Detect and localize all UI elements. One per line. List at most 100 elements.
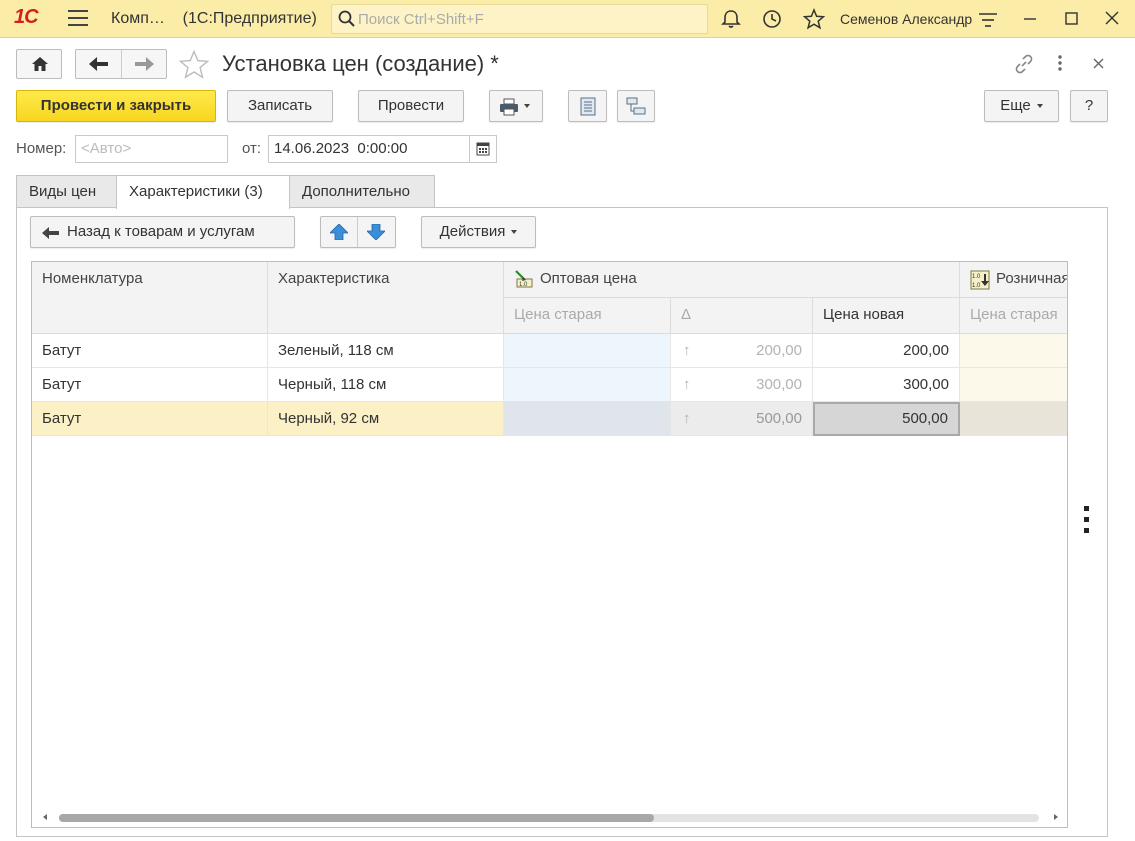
more-button[interactable]: Еще: [984, 90, 1059, 122]
maximize-icon[interactable]: [1065, 12, 1078, 25]
price-recalc-icon: 1.0 1.0: [970, 270, 990, 290]
arrow-up-icon: ↑: [683, 376, 691, 393]
cell-delta: ↑ 500,00: [671, 402, 813, 436]
number-label: Номер:: [16, 140, 67, 157]
cell-old-price[interactable]: [504, 368, 671, 402]
arrow-right-icon: [135, 57, 154, 71]
col-header-new-price[interactable]: Цена новая: [813, 298, 960, 334]
date-label: от:: [242, 140, 262, 157]
col-header-delta[interactable]: Δ: [671, 298, 813, 334]
post-and-close-button[interactable]: Провести и закрыть: [16, 90, 216, 122]
price-type-icon: 1.0: [515, 270, 533, 288]
history-icon[interactable]: [761, 8, 783, 30]
close-window-icon[interactable]: [1105, 11, 1119, 25]
search-input[interactable]: [358, 9, 698, 29]
settings-menu-icon[interactable]: [977, 10, 999, 30]
scroll-right-icon[interactable]: [1054, 814, 1058, 820]
more-vertical-icon[interactable]: [1084, 506, 1090, 539]
tab-characteristics[interactable]: Характеристики (3): [116, 175, 290, 209]
actions-label: Действия: [439, 223, 506, 240]
title-bar: 1С Комп… (1С:Предприятие) Семенов Алекса…: [0, 0, 1135, 38]
svg-text:1.0: 1.0: [972, 283, 981, 289]
app-title: Комп… (1С:Предприятие): [111, 10, 317, 28]
back-to-goods-button[interactable]: Назад к товарам и услугам: [30, 216, 295, 248]
forward-button[interactable]: [122, 50, 167, 78]
help-button[interactable]: ?: [1070, 90, 1108, 122]
svg-text:1.0: 1.0: [519, 282, 528, 288]
arrow-left-icon: [89, 57, 108, 71]
cell-old-price-retail[interactable]: [960, 368, 1067, 402]
number-field[interactable]: <Авто>: [75, 135, 228, 163]
svg-text:1.0: 1.0: [972, 274, 981, 280]
cell-old-price[interactable]: [504, 334, 671, 368]
move-buttons: [320, 216, 396, 248]
calendar-icon: [476, 142, 490, 156]
chevron-down-icon: [524, 104, 530, 108]
structure-button[interactable]: [617, 90, 655, 122]
col-header-old-price-retail[interactable]: Цена старая: [960, 298, 1067, 334]
delta-value: 200,00: [756, 342, 802, 359]
move-up-button[interactable]: [321, 217, 358, 247]
page-title: Установка цен (создание) *: [222, 51, 499, 76]
report-button[interactable]: [568, 90, 607, 122]
home-button[interactable]: [16, 49, 62, 79]
save-button[interactable]: Записать: [227, 90, 333, 122]
delta-value: 300,00: [756, 376, 802, 393]
cell-old-price-retail[interactable]: [960, 402, 1067, 436]
close-form-icon[interactable]: [1093, 58, 1104, 69]
col-header-old-price[interactable]: Цена старая: [504, 298, 671, 334]
bell-icon[interactable]: [720, 8, 742, 30]
retail-group-label: Розничная: [996, 270, 1068, 287]
cell-characteristic[interactable]: Черный, 92 см: [268, 402, 504, 436]
app-logo[interactable]: 1С: [14, 6, 39, 29]
hierarchy-icon: [626, 97, 646, 115]
favorites-star-icon[interactable]: [803, 8, 825, 30]
arrow-up-icon: [330, 224, 348, 240]
print-button[interactable]: [489, 90, 543, 122]
calendar-button[interactable]: [469, 136, 496, 162]
global-search[interactable]: [331, 4, 708, 34]
tab-price-types[interactable]: Виды цен: [16, 175, 117, 208]
back-to-goods-label: Назад к товарам и услугам: [67, 223, 255, 240]
favorite-star-icon[interactable]: [179, 50, 209, 79]
cell-old-price-retail[interactable]: [960, 334, 1067, 368]
post-button[interactable]: Провести: [358, 90, 464, 122]
link-icon[interactable]: [1013, 53, 1035, 75]
scrollbar-thumb[interactable]: [59, 814, 654, 822]
actions-button[interactable]: Действия: [421, 216, 536, 248]
move-down-button[interactable]: [358, 217, 395, 247]
menu-icon[interactable]: [68, 10, 88, 26]
cell-new-price[interactable]: 500,00: [813, 402, 960, 436]
tab-additional[interactable]: Дополнительно: [289, 175, 435, 208]
date-field[interactable]: 14.06.2023 0:00:00: [268, 135, 497, 163]
cell-item[interactable]: Батут: [32, 402, 268, 436]
cell-old-price[interactable]: [504, 402, 671, 436]
cell-characteristic[interactable]: Зеленый, 118 см: [268, 334, 504, 368]
date-value: 14.06.2023 0:00:00: [274, 140, 408, 157]
cell-new-price[interactable]: 200,00: [813, 334, 960, 368]
user-name[interactable]: Семенов Александр: [840, 11, 972, 27]
col-header-characteristic[interactable]: Характеристика: [268, 262, 504, 334]
scroll-left-icon[interactable]: [43, 814, 47, 820]
col-header-nomenclature[interactable]: Номенклатура: [32, 262, 268, 334]
printer-icon: [500, 98, 518, 116]
minimize-icon[interactable]: [1023, 11, 1037, 25]
horizontal-scrollbar[interactable]: [33, 810, 1067, 826]
chevron-down-icon: [511, 230, 518, 235]
app-name: Комп…: [111, 10, 165, 27]
cell-item[interactable]: Батут: [32, 334, 268, 368]
back-button[interactable]: [76, 50, 122, 78]
more-button-label: Еще: [1000, 97, 1031, 114]
cell-item[interactable]: Батут: [32, 368, 268, 402]
arrow-down-icon: [367, 224, 385, 240]
col-header-wholesale[interactable]: 1.0 Оптовая цена: [504, 262, 960, 298]
more-vertical-icon[interactable]: [1057, 55, 1063, 71]
arrow-up-icon: ↑: [683, 342, 691, 359]
arrow-left-icon: [42, 227, 59, 239]
cell-characteristic[interactable]: Черный, 118 см: [268, 368, 504, 402]
col-header-retail[interactable]: 1.0 1.0 Розничная: [960, 262, 1068, 298]
cell-delta: ↑ 300,00: [671, 368, 813, 402]
characteristics-table[interactable]: Номенклатура Характеристика 1.0 Оптовая …: [31, 261, 1068, 828]
cell-new-price[interactable]: 300,00: [813, 368, 960, 402]
app-platform: (1С:Предприятие): [182, 10, 317, 27]
